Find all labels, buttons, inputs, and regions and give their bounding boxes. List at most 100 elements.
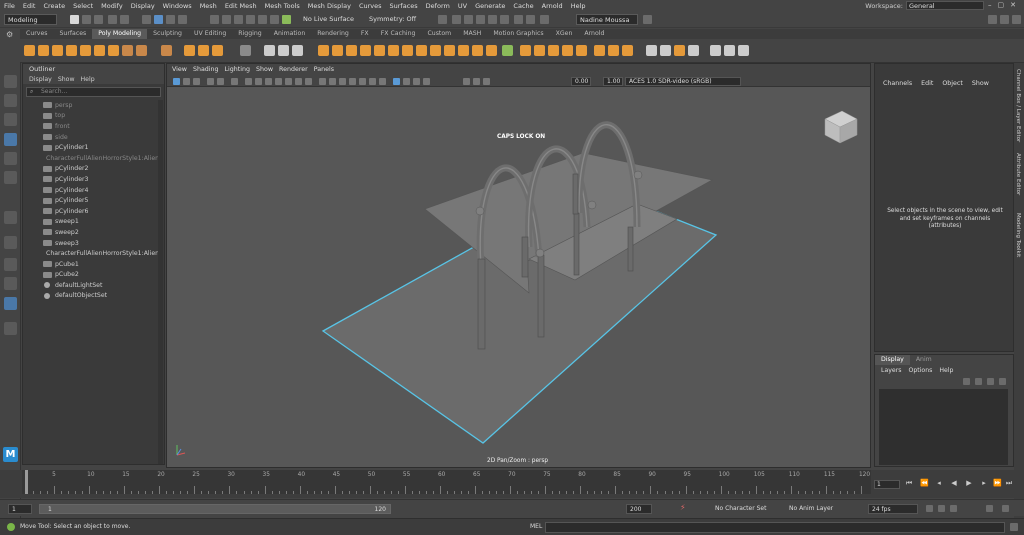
menu-edit-mesh[interactable]: Edit Mesh [221, 2, 261, 10]
go-to-end-icon[interactable]: ⏭ [1005, 479, 1013, 487]
step-back-frame-icon[interactable]: ◂ [935, 479, 943, 487]
move-layer-down-icon[interactable] [975, 378, 982, 385]
select-mask-icon[interactable] [178, 15, 187, 24]
new-scene-icon[interactable] [70, 15, 79, 24]
shelf-tab-animation[interactable]: Animation [268, 29, 312, 39]
tab-anim[interactable]: Anim [910, 355, 938, 365]
target-weld-icon[interactable] [416, 45, 427, 56]
grab-brush-icon[interactable] [738, 45, 749, 56]
spherical-map-icon[interactable] [548, 45, 559, 56]
shelf-tab-motion-graphics[interactable]: Motion Graphics [487, 29, 549, 39]
live-surface-label[interactable]: No Live Surface [300, 14, 358, 25]
shelf-tab-rigging[interactable]: Rigging [232, 29, 267, 39]
outliner-item[interactable]: side [23, 132, 158, 143]
menu-curves[interactable]: Curves [355, 2, 386, 10]
play-forwards-icon[interactable]: ▶ [965, 479, 973, 487]
platonic-solid-icon[interactable] [122, 45, 133, 56]
menu-help[interactable]: Help [567, 2, 590, 10]
step-forward-key-icon[interactable]: ⏩ [993, 479, 1002, 487]
xray-joints-icon[interactable] [413, 78, 420, 85]
character-set-dropdown[interactable]: No Character Set [712, 504, 780, 514]
svg-icon[interactable] [212, 45, 223, 56]
menu-cache[interactable]: Cache [509, 2, 537, 10]
smooth-icon[interactable] [292, 45, 303, 56]
cb-menu-object[interactable]: Object [942, 64, 963, 87]
outliner-item[interactable]: pCube2 [23, 270, 158, 281]
poly-plane-icon[interactable] [80, 45, 91, 56]
rotate-tool-icon[interactable] [4, 152, 17, 165]
pan-zoom-icon[interactable] [217, 78, 224, 85]
cylinder-leg-5[interactable] [627, 226, 634, 272]
poly-cone-icon[interactable] [66, 45, 77, 56]
outliner-item[interactable]: pCylinder1 [23, 142, 158, 153]
outliner-item[interactable]: CharacterFullAlienHorrorStyle1:Alien_ [23, 153, 158, 164]
mode-dropdown[interactable]: Modeling [4, 14, 57, 25]
exposure-field[interactable]: 0.00 [571, 77, 591, 86]
play-backwards-icon[interactable]: ◀ [950, 479, 958, 487]
tab-attribute-editor[interactable]: Attribute Editor [1015, 153, 1021, 195]
cylinder-leg-2[interactable] [537, 254, 545, 338]
cleanup-icon[interactable] [688, 45, 699, 56]
toggle-outliner-icon[interactable] [1012, 15, 1021, 24]
quad-draw-icon[interactable] [486, 45, 497, 56]
shelf-tab-mash[interactable]: MASH [457, 29, 487, 39]
redo-icon[interactable] [120, 15, 129, 24]
cache-icon[interactable] [950, 505, 957, 512]
shelf-tab-fx-caching[interactable]: FX Caching [375, 29, 422, 39]
last-tool-icon[interactable] [4, 211, 17, 224]
outliner-item[interactable]: sweep1 [23, 217, 158, 228]
time-prefs-icon[interactable] [1002, 505, 1009, 512]
outliner-search-input[interactable]: Search... ⌕ [26, 87, 161, 97]
sphere-primitive-icon[interactable] [184, 45, 195, 56]
backface-culling-icon[interactable] [423, 78, 430, 85]
render-frame-icon[interactable] [464, 15, 473, 24]
shelf-tab-arnold[interactable]: Arnold [578, 29, 610, 39]
maya-logo-icon[interactable]: M [3, 447, 18, 462]
gate-mask-icon[interactable] [275, 78, 282, 85]
time-slider-bar[interactable]: 5 10 15 20 25 30 35 40 45 50 55 60 65 70 75 80 85 90 95 100… [22, 470, 871, 494]
field-chart-icon[interactable] [285, 78, 292, 85]
sound-icon[interactable] [938, 505, 945, 512]
cut-uv-icon[interactable] [608, 45, 619, 56]
select-object-icon[interactable] [154, 15, 163, 24]
screen-space-ao-icon[interactable] [379, 78, 386, 85]
animation-start-field[interactable]: 1 [8, 504, 32, 514]
viewport-scene[interactable]: CAPS LOCK ON [167, 87, 870, 467]
shelf-tab-rendering[interactable]: Rendering [311, 29, 355, 39]
snap-vertex-icon[interactable] [270, 15, 279, 24]
vp-menu-renderer[interactable]: Renderer [279, 64, 308, 76]
view-cube[interactable] [824, 110, 858, 144]
combine-icon[interactable] [264, 45, 275, 56]
tab-modeling-toolkit[interactable]: Modeling Toolkit [1015, 213, 1021, 257]
outliner-item[interactable]: persp [23, 100, 158, 111]
select-camera-icon[interactable] [173, 78, 180, 85]
lasso-tool-icon[interactable] [4, 94, 17, 107]
fps-dropdown[interactable]: 24 fps [868, 504, 918, 514]
automatic-map-icon[interactable] [562, 45, 573, 56]
outliner-item[interactable]: defaultLightSet [23, 280, 158, 291]
menu-surfaces[interactable]: Surfaces [386, 2, 422, 10]
layout-uv-icon[interactable] [594, 45, 605, 56]
append-polygon-icon[interactable] [444, 45, 455, 56]
outliner-menu-display[interactable]: Display [29, 75, 52, 84]
cylinder-leg-4[interactable] [573, 212, 580, 276]
super-shape-icon[interactable] [161, 45, 172, 56]
cylindrical-map-icon[interactable] [534, 45, 545, 56]
make-live-icon[interactable] [282, 15, 291, 24]
shadows-icon[interactable] [369, 78, 376, 85]
go-to-start-icon[interactable]: ⏮ [905, 479, 913, 487]
layer-menu-options[interactable]: Options [908, 365, 932, 376]
menu-mesh-tools[interactable]: Mesh Tools [261, 2, 304, 10]
render-settings-icon[interactable] [488, 15, 497, 24]
layer-menu-help[interactable]: Help [939, 365, 953, 376]
user-account-dropdown[interactable]: Nadine Moussa [576, 14, 638, 25]
shelf-tab-fx[interactable]: FX [355, 29, 375, 39]
use-lights-icon[interactable] [359, 78, 366, 85]
scale-tool-icon[interactable] [4, 171, 17, 184]
collapse-icon[interactable] [472, 45, 483, 56]
outliner-item[interactable]: CharacterFullAlienHorrorStyle1:Alien_ [23, 248, 158, 259]
film-gate-icon[interactable] [255, 78, 262, 85]
menu-create[interactable]: Create [39, 2, 69, 10]
mel-command-input[interactable] [545, 522, 1005, 533]
resolution-gate-icon[interactable] [265, 78, 272, 85]
